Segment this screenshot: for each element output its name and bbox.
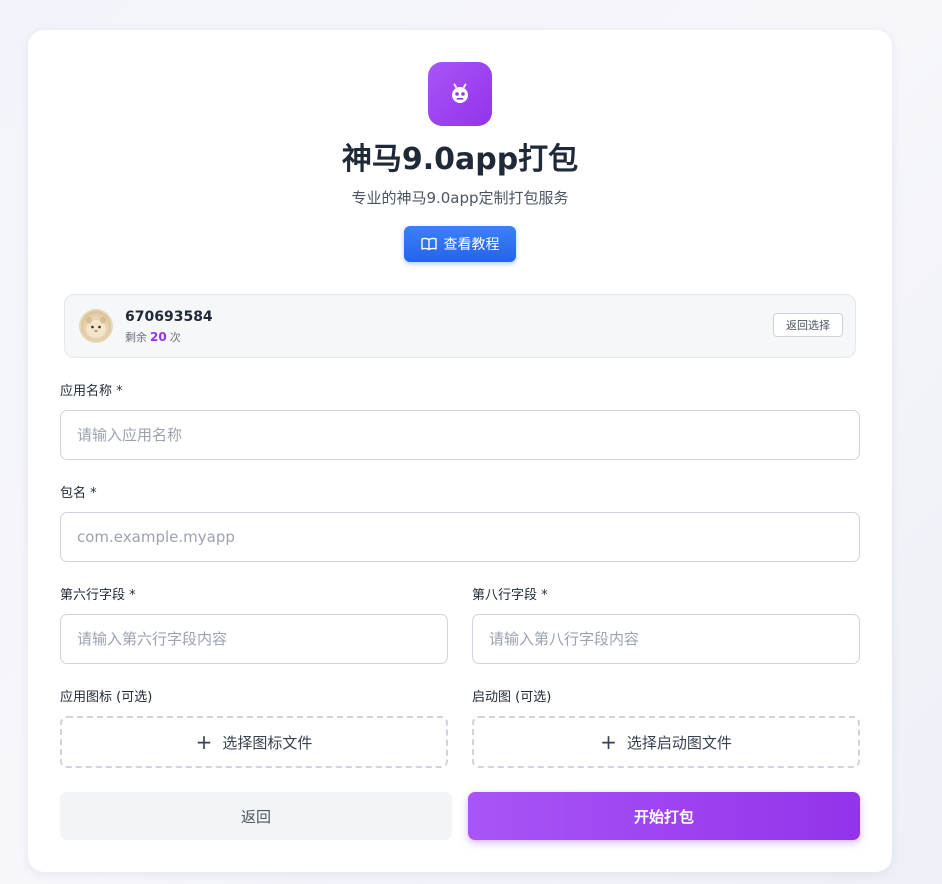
select-splash-file-label: 选择启动图文件	[626, 733, 732, 752]
remaining-prefix: 剩余	[125, 331, 147, 344]
robot-icon	[452, 83, 468, 103]
view-tutorial-label: 查看教程	[443, 237, 500, 253]
remaining-suffix: 次	[169, 331, 181, 344]
avatar-image	[86, 316, 106, 338]
row8-field-label: 第八行字段 *	[472, 588, 548, 603]
user-id: 670693584	[125, 309, 213, 325]
package-name-label: 包名 *	[60, 486, 97, 501]
row6-field-input[interactable]	[60, 614, 448, 664]
page-title: 神马9.0app打包	[341, 142, 579, 177]
select-icon-file-label: 选择图标文件	[222, 733, 313, 752]
app-name-input[interactable]	[60, 410, 860, 460]
app-icon-label: 应用图标 (可选)	[60, 690, 153, 705]
view-tutorial-button[interactable]: 查看教程	[404, 226, 516, 262]
back-to-select-button[interactable]: 返回选择	[773, 313, 843, 337]
splash-label: 启动图 (可选)	[472, 690, 552, 705]
avatar	[79, 309, 113, 343]
book-open-icon	[420, 237, 437, 251]
select-splash-file-button[interactable]: + 选择启动图文件	[472, 716, 860, 768]
select-icon-file-button[interactable]: + 选择图标文件	[60, 716, 448, 768]
back-button[interactable]: 返回	[60, 792, 452, 840]
app-logo	[428, 62, 492, 126]
plus-icon: +	[600, 730, 617, 754]
row6-field-label: 第六行字段 *	[60, 588, 136, 603]
page-subtitle: 专业的神马9.0app定制打包服务	[351, 189, 569, 207]
remaining-quota: 剩余 20 次	[125, 329, 181, 346]
package-name-input[interactable]	[60, 512, 860, 562]
packaging-card: 神马9.0app打包 专业的神马9.0app定制打包服务 查看教程 670693…	[28, 30, 892, 872]
user-info-panel: 670693584 剩余 20 次 返回选择	[64, 294, 856, 358]
remaining-count: 20	[150, 330, 167, 344]
app-name-label: 应用名称 *	[60, 384, 123, 399]
row8-field-input[interactable]	[472, 614, 860, 664]
start-packaging-button[interactable]: 开始打包	[468, 792, 860, 840]
plus-icon: +	[195, 730, 213, 754]
